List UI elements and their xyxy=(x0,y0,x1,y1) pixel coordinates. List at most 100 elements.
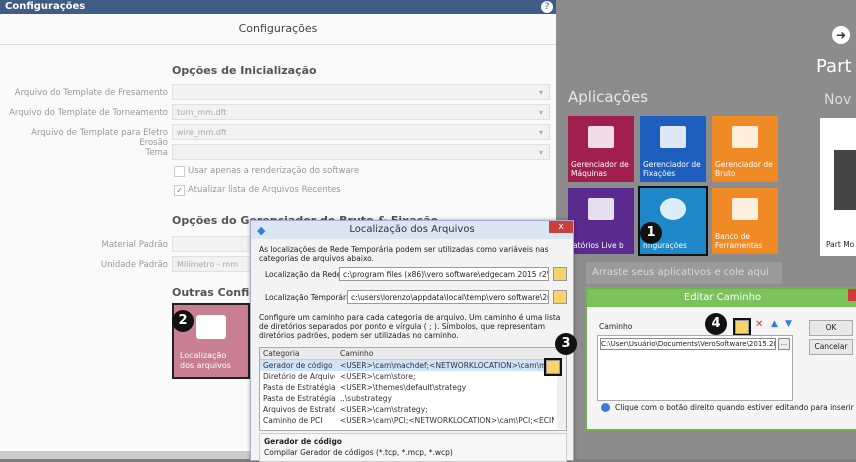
file-locations-dialog: Localização dos Arquivos ◆ x As localiza… xyxy=(250,220,577,462)
move-down-icon[interactable]: ▼ xyxy=(785,319,792,329)
edit-path-folder-icon[interactable] xyxy=(544,358,562,376)
novo-title: Nov xyxy=(824,92,852,108)
browse-button[interactable]: ... xyxy=(778,338,790,350)
delete-icon[interactable]: ✕ xyxy=(755,319,763,330)
step-badge-2: 2 xyxy=(172,310,194,332)
field-value: turn_mm.dft xyxy=(177,108,227,117)
cell-category: Diretório de Arquivo... xyxy=(263,372,335,381)
material-select[interactable] xyxy=(172,236,252,252)
network-location-input[interactable]: c:\program files (x86)\vero software\edg… xyxy=(339,267,549,281)
wire-template-label: Arquivo de Template para Eletro Erosão xyxy=(31,128,168,148)
dropdown-arrow-icon: ▾ xyxy=(538,128,543,137)
tools-icon xyxy=(732,198,758,220)
page-title: Configurações xyxy=(0,14,556,45)
units-label: Unidade Padrão xyxy=(100,260,168,270)
tile-label: Banco de Ferramentas xyxy=(715,232,763,250)
tile-settings[interactable]: nfigurações xyxy=(638,186,708,256)
close-icon[interactable]: x xyxy=(549,221,573,233)
cell-path: <USER>\cam\store; xyxy=(340,372,416,381)
theme-select[interactable]: ▾ xyxy=(172,144,550,160)
step-badge-4: 4 xyxy=(705,313,727,335)
dropdown-arrow-icon: ▾ xyxy=(538,108,543,117)
tile-label: Localização xyxy=(180,351,227,360)
help-icon[interactable]: ? xyxy=(541,1,553,13)
turning-template-select[interactable]: turn_mm.dft ▾ xyxy=(172,104,550,120)
intro-text: As localizações de Rede Temporária podem… xyxy=(259,245,549,263)
cell-category: Arquivos de Estraté... xyxy=(263,405,335,414)
table-row[interactable]: Pasta de Estratégias <USER>\themes\defau… xyxy=(260,382,556,393)
drop-area[interactable]: Arraste seus aplicativos e cole aqui xyxy=(586,262,782,284)
edit-path-dialog: Editar Caminho Caminho ✕ ▲ ▼ 4 C:\User\U… xyxy=(585,287,856,431)
cell-path: <USER>\cam\strategy; xyxy=(340,405,428,414)
milling-template-label: Arquivo do Template de Fresamento xyxy=(14,88,168,98)
table-row[interactable]: Arquivos de Estraté... <USER>\cam\strate… xyxy=(260,404,556,415)
info-text: Clique com o botão direito quando estive… xyxy=(601,403,856,412)
cell-category: Gerador de código xyxy=(263,361,333,370)
folder-icon xyxy=(196,315,226,339)
units-select[interactable]: Milímetro - mm xyxy=(172,256,252,272)
software-render-label: Usar apenas a renderização do software xyxy=(188,166,360,176)
material-label: Material Padrão xyxy=(101,240,169,250)
table-row[interactable]: Caminho de PCI <USER>\cam\PCI;<NETWORKLO… xyxy=(260,415,556,426)
column-header-path: Caminho xyxy=(340,349,374,358)
software-render-checkbox[interactable] xyxy=(174,166,185,177)
tile-label: Gerenciador de Bruto xyxy=(715,160,773,178)
temp-location-label: Localização Temporária xyxy=(265,293,353,302)
tile-label: latórios Live b xyxy=(571,241,624,250)
temp-location-input[interactable]: c:\users\lorenzo\appdata\local\temp\vero… xyxy=(347,290,549,304)
part-3d-icon xyxy=(834,150,856,210)
tile-label: Gerenciador de Fixações xyxy=(643,160,701,178)
tile-stock-manager[interactable]: Gerenciador de Bruto xyxy=(712,116,778,182)
dropdown-arrow-icon: ▾ xyxy=(538,148,543,157)
cell-path: <USER>\cam\PCI;<NETWORKLOCATION>\cam\PCI… xyxy=(340,416,554,425)
tile-fixture-manager[interactable]: Gerenciador de Fixações xyxy=(640,116,706,182)
forward-arrow-icon[interactable]: ➜ xyxy=(832,26,850,44)
column-header-category: Categoria xyxy=(263,349,300,358)
tile-tool-database[interactable]: Banco de Ferramentas xyxy=(712,188,778,254)
info-label: Clique com o botão direito quando estive… xyxy=(615,403,856,412)
tile-live-reports[interactable]: latórios Live b xyxy=(568,188,634,254)
gear-icon xyxy=(660,198,686,220)
network-location-label: Localização da Rede xyxy=(265,270,342,279)
browse-folder-icon[interactable] xyxy=(553,290,567,304)
theme-label: Tema xyxy=(145,148,168,158)
description-text: Compilar Gerador de códigos (*.tcp, *.mc… xyxy=(264,448,453,457)
ok-button[interactable]: OK xyxy=(809,320,853,336)
table-row[interactable]: Diretório de Arquivo... <USER>\cam\store… xyxy=(260,371,556,382)
window-title: Configurações xyxy=(0,0,556,14)
cancel-button[interactable]: Cancelar xyxy=(809,339,853,355)
table-row[interactable]: Pasta de Estratégias ..\substrategy xyxy=(260,393,556,404)
dialog-app-icon: ◆ xyxy=(257,224,266,237)
cell-category: Pasta de Estratégias xyxy=(263,394,335,403)
table-header: Categoria Caminho xyxy=(260,348,566,360)
stock-icon xyxy=(732,126,758,148)
cell-path: ..\substrategy xyxy=(340,394,392,403)
cell-path: <USER>\cam\machdef;<NETWORKLOCATION>\cam… xyxy=(340,361,554,370)
add-folder-icon[interactable] xyxy=(733,318,751,336)
turning-template-label: Arquivo do Template de Torneamento xyxy=(9,108,168,118)
field-value: wire_mm.dft xyxy=(177,128,227,137)
table-row[interactable]: Gerador de código <USER>\cam\machdef;<NE… xyxy=(260,360,556,371)
step-badge-3: 3 xyxy=(555,333,577,355)
cell-category: Caminho de PCI xyxy=(263,416,323,425)
path-list[interactable]: C:\User\Usuário\Documents\VeroSoftware\2… xyxy=(597,335,793,401)
instructions-text: Configure um caminho para cada categoria… xyxy=(259,313,561,340)
machine-icon xyxy=(588,126,614,148)
move-up-icon[interactable]: ▲ xyxy=(771,319,778,329)
recent-files-label: Atualizar lista de Arquivos Recentes xyxy=(188,185,341,195)
dropdown-arrow-icon: ▾ xyxy=(538,88,543,97)
browse-folder-icon[interactable] xyxy=(553,267,567,281)
description-panel: Gerador de código Compilar Gerador de có… xyxy=(259,433,567,462)
path-entry-input[interactable]: C:\User\Usuário\Documents\VeroSoftware\2… xyxy=(600,338,776,350)
recent-files-checkbox[interactable]: ✓ xyxy=(174,185,185,196)
part-title: Part xyxy=(816,56,852,77)
paths-table: Categoria Caminho Gerador de código <USE… xyxy=(259,347,567,431)
close-icon[interactable] xyxy=(848,289,856,301)
tile-machine-manager[interactable]: Gerenciador de Máquinas xyxy=(568,116,634,182)
info-icon xyxy=(601,403,610,412)
dialog-title: Localização dos Arquivos xyxy=(251,221,573,239)
applications-title: Aplicações xyxy=(568,88,649,106)
cell-category: Pasta de Estratégias xyxy=(263,383,335,392)
milling-template-select[interactable]: ▾ xyxy=(172,84,550,100)
wire-template-select[interactable]: wire_mm.dft ▾ xyxy=(172,124,550,140)
